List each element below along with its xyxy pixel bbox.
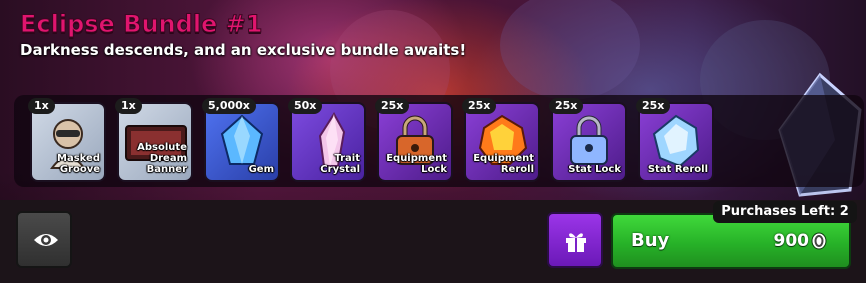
item-name: Trait Crystal <box>320 153 360 175</box>
item-quantity: 1x <box>115 98 142 114</box>
item-name: Equipment Lock <box>386 153 447 175</box>
item-quantity: 25x <box>636 98 671 114</box>
bundle-item-masked-groove[interactable]: 1x Masked Groove <box>28 98 106 182</box>
eye-icon <box>34 234 58 246</box>
bundle-item-equipment-reroll[interactable]: 25x Equipment Reroll <box>462 98 540 182</box>
stat-lock-icon <box>570 115 608 165</box>
background-decoration <box>500 0 640 100</box>
bundle-title: Eclipse Bundle #1 <box>19 10 263 39</box>
item-quantity: 5,000x <box>202 98 256 114</box>
item-name: Masked Groove <box>57 153 100 175</box>
item-quantity: 50x <box>288 98 323 114</box>
item-name: Stat Lock <box>568 164 621 175</box>
bundle-item-gem[interactable]: 5,000x Gem <box>202 98 280 182</box>
stat-reroll-icon <box>652 114 700 168</box>
price-value: 900 <box>773 231 810 251</box>
bundle-subtitle: Darkness descends, and an exclusive bund… <box>20 41 467 59</box>
item-name: Stat Reroll <box>647 164 708 175</box>
bundle-item-equipment-lock[interactable]: 25x Equipment Lock <box>375 98 453 182</box>
bundle-item-trait-crystal[interactable]: 50x Trait Crystal <box>288 98 366 182</box>
gift-icon <box>566 233 586 252</box>
item-quantity: 25x <box>549 98 584 114</box>
item-quantity: 25x <box>462 98 497 114</box>
item-name: Absolute Dream Banner <box>137 142 187 175</box>
bundle-item-stat-lock[interactable]: 25x Stat Lock <box>549 98 627 182</box>
preview-button[interactable] <box>16 211 72 268</box>
buy-label: Buy <box>631 230 670 251</box>
coin-icon <box>811 232 827 250</box>
item-name: Equipment Reroll <box>473 153 534 175</box>
purchases-left-badge: Purchases Left: 2 <box>713 201 857 223</box>
bundle-item-absolute-dream-banner[interactable]: 1x Absolute Dream Banner <box>115 98 193 182</box>
item-name: Gem <box>248 164 274 175</box>
bundle-item-stat-reroll[interactable]: 25x Stat Reroll <box>636 98 714 182</box>
item-quantity: 1x <box>28 98 55 114</box>
gem-icon <box>220 114 264 165</box>
item-quantity: 25x <box>375 98 410 114</box>
gift-button[interactable] <box>547 212 603 268</box>
